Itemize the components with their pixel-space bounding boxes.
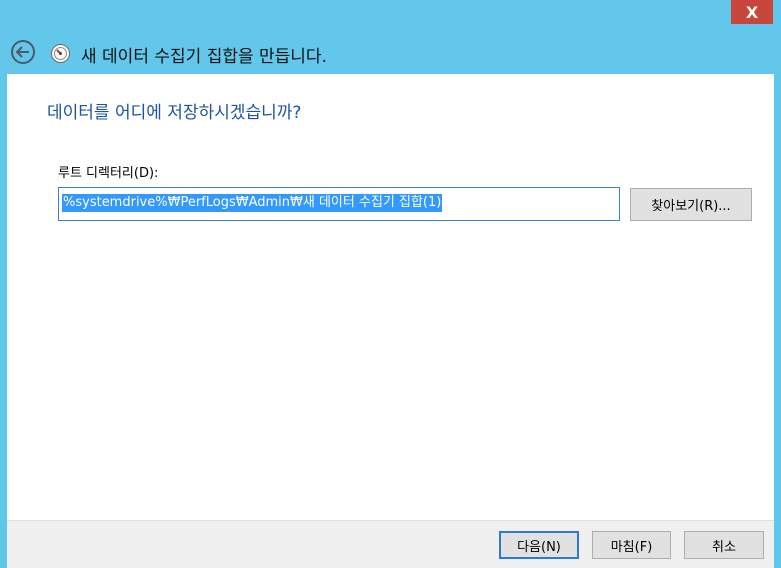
title-bar: X 새 데이터 수집기 집합을 만듭니다. — [0, 0, 781, 74]
browse-button[interactable]: 찾아보기(R)... — [630, 188, 752, 221]
page-heading: 데이터를 어디에 저장하시겠습니까? — [47, 103, 302, 123]
cancel-button[interactable]: 취소 — [684, 531, 764, 559]
performance-monitor-icon — [51, 44, 70, 63]
root-directory-input[interactable]: %systemdrive%₩PerfLogs₩Admin₩새 데이터 수집기 집… — [58, 187, 620, 221]
close-button[interactable]: X — [731, 0, 773, 24]
root-directory-label: 루트 디렉터리(D): — [58, 166, 159, 181]
root-directory-value: %systemdrive%₩PerfLogs₩Admin₩새 데이터 수집기 집… — [62, 194, 443, 212]
back-button[interactable] — [11, 40, 35, 64]
wizard-title: 새 데이터 수집기 집합을 만듭니다. — [81, 47, 327, 67]
wizard-content: 데이터를 어디에 저장하시겠습니까? 루트 디렉터리(D): %systemdr… — [7, 74, 774, 520]
next-button[interactable]: 다음(N) — [499, 531, 579, 559]
wizard-footer: 다음(N) 마침(F) 취소 — [7, 520, 774, 568]
back-arrow-icon — [16, 46, 29, 58]
finish-button[interactable]: 마침(F) — [592, 531, 671, 559]
